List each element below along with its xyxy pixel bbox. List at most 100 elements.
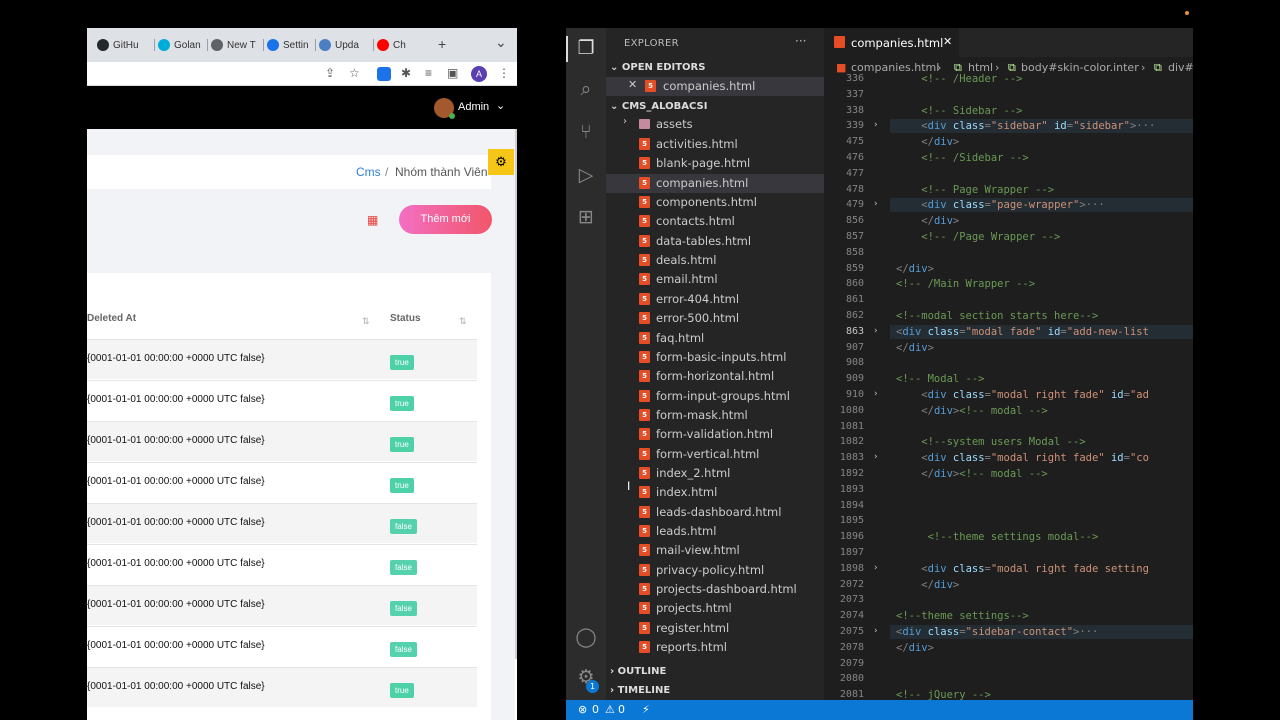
breadcrumb-div[interactable]: div#: [1168, 61, 1193, 74]
table-row[interactable]: {0001-01-01 00:00:00 +0000 UTC false} tru…: [87, 462, 477, 502]
table-row[interactable]: {0001-01-01 00:00:00 +0000 UTC false} tru…: [87, 667, 477, 707]
code-line[interactable]: <!-- /Page Wrapper -->: [896, 231, 1060, 243]
code-line[interactable]: </div>: [896, 215, 959, 227]
extensions-puzzle-icon[interactable]: ✱: [401, 66, 411, 80]
file-item[interactable]: 5 form-validation.html: [606, 425, 824, 444]
table-row[interactable]: {0001-01-01 00:00:00 +0000 UTC false} fal…: [87, 544, 477, 584]
add-new-button[interactable]: Thêm mới: [399, 205, 492, 234]
browser-tab[interactable]: New T: [211, 35, 258, 55]
table-row[interactable]: {0001-01-01 00:00:00 +0000 UTC false} fal…: [87, 503, 477, 543]
file-item[interactable]: 5 form-input-groups.html: [606, 387, 824, 406]
code-line[interactable]: <div class="sidebar" id="sidebar">···: [896, 120, 1155, 132]
side-panel-icon[interactable]: ▣: [447, 66, 458, 80]
file-item[interactable]: 5 leads.html: [606, 522, 824, 541]
code-line[interactable]: <div class="sidebar-contact">···: [896, 626, 1098, 638]
file-item[interactable]: 5 privacy-policy.html: [606, 561, 824, 580]
code-line[interactable]: <!-- /Main Wrapper -->: [896, 278, 1035, 290]
browser-tab[interactable]: Golan: [158, 35, 202, 55]
breadcrumb-root-link[interactable]: Cms: [356, 165, 381, 179]
file-item[interactable]: 5 reports.html: [606, 638, 824, 657]
code-line[interactable]: </div>: [896, 642, 934, 654]
sort-icon[interactable]: ⇅: [362, 316, 370, 327]
tab-search-chevron-icon[interactable]: ⌄: [495, 34, 507, 51]
live-share-icon[interactable]: ⚡: [642, 703, 650, 716]
column-header-status[interactable]: Status: [390, 313, 421, 324]
code-line[interactable]: <!-- /Header -->: [896, 73, 1022, 85]
error-count[interactable]: 0: [592, 703, 599, 716]
chevron-down-icon[interactable]: ⌄: [496, 99, 505, 112]
browser-tab[interactable]: Ch: [377, 35, 411, 55]
errors-icon[interactable]: ⊗: [578, 703, 587, 716]
file-item[interactable]: 5 error-500.html: [606, 309, 824, 328]
file-item[interactable]: 5 form-basic-inputs.html: [606, 348, 824, 367]
file-item[interactable]: 5 blank-page.html: [606, 154, 824, 173]
file-item[interactable]: 5 index_2.html: [606, 464, 824, 483]
code-editor[interactable]: companies.html ✕ ■ companies.html › ⧉ ht…: [824, 28, 1193, 701]
extension-download-icon[interactable]: [377, 67, 391, 81]
profile-avatar[interactable]: A: [471, 66, 487, 82]
file-item[interactable]: 5 activities.html: [606, 135, 824, 154]
code-line[interactable]: <div class="modal right fade" id="co: [896, 452, 1149, 464]
table-row[interactable]: {0001-01-01 00:00:00 +0000 UTC false} fal…: [87, 585, 477, 625]
file-item[interactable]: 5 components.html: [606, 193, 824, 212]
bookmark-star-icon[interactable]: ☆: [349, 66, 360, 80]
table-row[interactable]: {0001-01-01 00:00:00 +0000 UTC false} tru…: [87, 339, 477, 379]
code-line[interactable]: <div class="modal right fade" id="ad: [896, 389, 1149, 401]
page-scrollbar[interactable]: [515, 129, 517, 659]
accounts-icon[interactable]: ◯: [575, 626, 597, 648]
source-control-icon[interactable]: ⑂: [575, 121, 597, 143]
fold-chevron-icon[interactable]: ›: [874, 326, 878, 336]
browser-tab[interactable]: GitHu: [97, 35, 149, 55]
table-row[interactable]: {0001-01-01 00:00:00 +0000 UTC false} fal…: [87, 626, 477, 666]
extensions-icon[interactable]: ⊞: [575, 206, 597, 228]
timeline-section[interactable]: › TIMELINE: [610, 685, 670, 696]
code-line[interactable]: </div><!-- modal -->: [896, 468, 1047, 480]
code-line[interactable]: </div><!-- modal -->: [896, 405, 1047, 417]
file-item[interactable]: 5 register.html: [606, 619, 824, 638]
editor-tab-companies[interactable]: companies.html ✕: [824, 28, 959, 57]
explorer-files-icon[interactable]: ❐: [575, 37, 597, 59]
open-editors-section[interactable]: ⌄ OPEN EDITORS: [610, 62, 705, 73]
more-actions-icon[interactable]: ···: [795, 34, 806, 48]
file-item[interactable]: 5 deals.html: [606, 251, 824, 270]
file-item[interactable]: 5 faq.html: [606, 329, 824, 348]
code-line[interactable]: </div>: [896, 136, 959, 148]
column-header-deleted-at[interactable]: Deleted At: [87, 313, 136, 324]
grid-view-icon[interactable]: ▦: [367, 213, 378, 227]
project-folder-section[interactable]: ⌄ CMS_ALOBACSI: [610, 101, 707, 112]
code-line[interactable]: <div class="modal fade" id="add-new-list: [896, 326, 1149, 338]
warnings-icon[interactable]: ⚠: [605, 703, 615, 716]
fold-chevron-icon[interactable]: ›: [874, 452, 878, 462]
reading-list-icon[interactable]: ≡: [425, 66, 432, 80]
theme-settings-gear-icon[interactable]: ⚙: [488, 149, 514, 175]
file-item[interactable]: 5 projects-dashboard.html: [606, 580, 824, 599]
address-bar[interactable]: ⇪ ☆ ✱ ≡ ▣ A ⋮: [87, 62, 517, 86]
browser-tab[interactable]: Settin: [267, 35, 310, 55]
close-tab-icon[interactable]: ✕: [943, 35, 952, 48]
code-line[interactable]: <div class="modal right fade setting: [896, 563, 1149, 575]
file-item[interactable]: 5 form-vertical.html: [606, 445, 824, 464]
file-item[interactable]: 5 leads-dashboard.html: [606, 503, 824, 522]
file-item[interactable]: 5 email.html: [606, 270, 824, 289]
table-row[interactable]: {0001-01-01 00:00:00 +0000 UTC false} tru…: [87, 421, 477, 461]
outline-section[interactable]: › OUTLINE: [610, 666, 666, 677]
warning-count[interactable]: 0: [618, 703, 625, 716]
sort-icon[interactable]: ⇅: [459, 316, 467, 327]
code-line[interactable]: <!-- /Sidebar -->: [896, 152, 1028, 164]
file-item[interactable]: 5 form-mask.html: [606, 406, 824, 425]
fold-chevron-icon[interactable]: ›: [874, 120, 878, 130]
file-item[interactable]: 5 error-404.html: [606, 290, 824, 309]
fold-chevron-icon[interactable]: ›: [874, 626, 878, 636]
fold-chevron-icon[interactable]: ›: [874, 563, 878, 573]
file-item[interactable]: 5 index.html: [606, 483, 824, 502]
file-item[interactable]: 5 form-horizontal.html: [606, 367, 824, 386]
file-item[interactable]: 5 data-tables.html: [606, 232, 824, 251]
open-editor-item[interactable]: ✕ 5 companies.html: [606, 77, 824, 96]
breadcrumb-body[interactable]: body#skin-color.inter: [1021, 61, 1139, 74]
new-tab-button[interactable]: +: [438, 36, 446, 52]
fold-chevron-icon[interactable]: ›: [874, 199, 878, 209]
fold-chevron-icon[interactable]: ›: [874, 389, 878, 399]
user-name[interactable]: Admin: [458, 101, 489, 113]
code-line[interactable]: <!-- Modal -->: [896, 373, 985, 385]
code-line[interactable]: </div>: [896, 579, 959, 591]
